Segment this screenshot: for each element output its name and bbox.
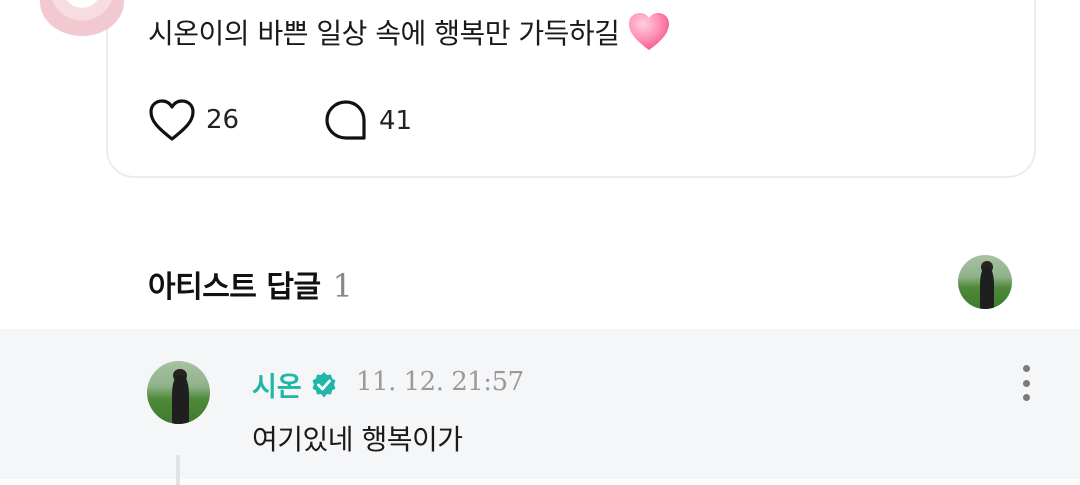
reply-author-avatar[interactable] xyxy=(147,361,210,424)
artist-replies-count: 1 xyxy=(332,267,353,305)
more-options-button[interactable] xyxy=(1014,365,1038,401)
kebab-dot-icon xyxy=(1022,394,1030,401)
comment-button[interactable]: 41 xyxy=(323,98,412,144)
reply-text: 여기있네 행복이가 xyxy=(252,423,463,456)
verified-badge-icon xyxy=(312,371,336,397)
post-body: 시온이의 바쁜 일상 속에 행복만 가득하길 xyxy=(148,17,620,50)
like-button[interactable]: 26 xyxy=(148,98,239,142)
reply-author-name: 시온 xyxy=(252,372,302,403)
reply-timestamp: 11. 12. 21:57 xyxy=(356,367,524,397)
comment-count: 41 xyxy=(379,106,413,136)
pink-heart-emoji-icon xyxy=(629,13,670,50)
post-text: 시온이의 바쁜 일상 속에 행복만 가득하길 xyxy=(148,12,671,52)
heart-outline-icon xyxy=(149,99,195,141)
kebab-dot-icon xyxy=(1022,365,1030,372)
artist-replies-header: 아티스트 답글 1 xyxy=(148,262,353,306)
thread-line xyxy=(176,455,180,485)
artist-reply: 시온 11. 12. 21:57 여기있네 행복이가 xyxy=(0,329,1080,485)
like-count: 26 xyxy=(206,105,240,135)
artist-replies-title: 아티스트 답글 xyxy=(148,270,321,305)
kebab-dot-icon xyxy=(1022,379,1030,387)
reply-author[interactable]: 시온 xyxy=(252,365,338,404)
comment-bubble-icon xyxy=(325,100,366,140)
artist-avatar[interactable] xyxy=(958,255,1012,309)
